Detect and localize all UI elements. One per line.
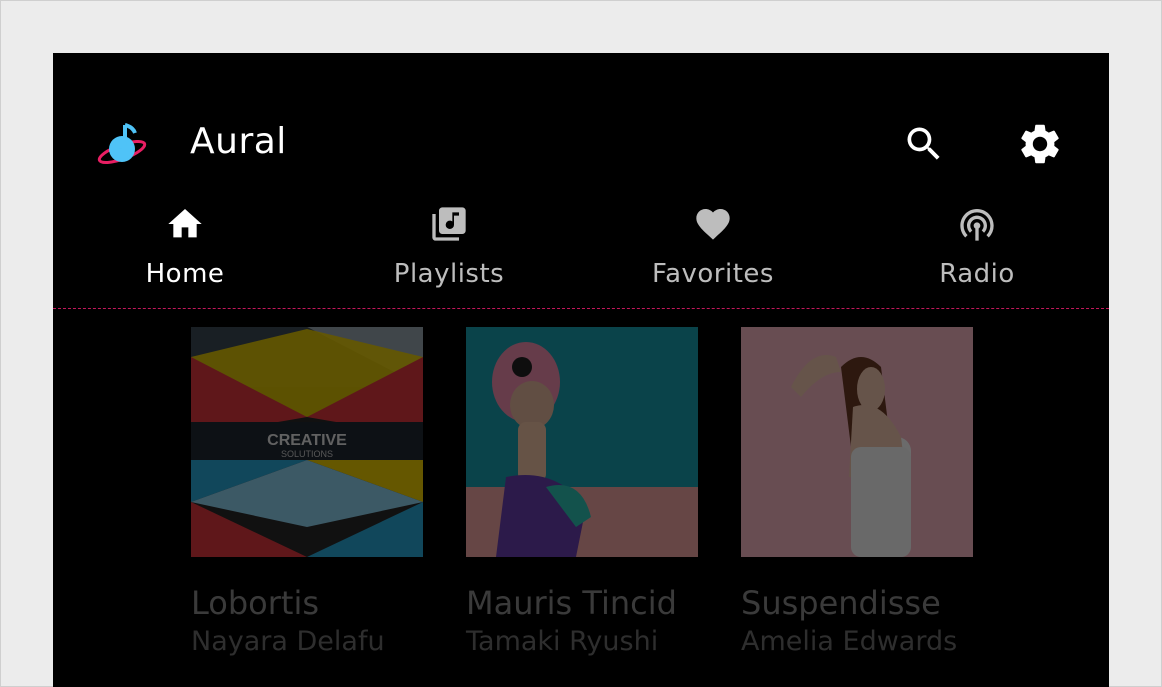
album-artist: Nayara Delafu (191, 626, 385, 657)
app-title: Aural (190, 121, 287, 162)
tab-label: Playlists (393, 259, 505, 289)
album-title: Lobortis (191, 584, 319, 622)
gear-icon (1021, 124, 1059, 164)
tab-label: Radio (939, 259, 1015, 289)
cover-subtext: SOLUTIONS (281, 449, 333, 459)
album-title: Suspendisse (741, 584, 941, 622)
album-cover (466, 327, 698, 557)
tab-bar: Home Playlists Favorites Radio (53, 198, 1109, 308)
album-card[interactable]: CREATIVE SOLUTIONS Lobortis Nayara Delaf… (191, 327, 423, 657)
album-cover: CREATIVE SOLUTIONS (191, 327, 423, 557)
tab-playlists[interactable]: Playlists (317, 198, 581, 308)
album-artist: Amelia Edwards (741, 626, 958, 657)
tab-label: Favorites (652, 259, 774, 289)
tab-favorites[interactable]: Favorites (581, 198, 845, 308)
radio-icon (960, 209, 994, 241)
app-screen: Aural Home Playlists Favorites Radio CRE… (53, 53, 1109, 687)
home-icon (168, 209, 202, 238)
album-title: Mauris Tincid (466, 584, 677, 622)
settings-button[interactable] (1015, 119, 1065, 169)
search-icon (907, 127, 940, 160)
library-music-icon (432, 207, 466, 241)
search-button[interactable] (899, 119, 949, 169)
app-logo-icon (97, 123, 147, 165)
heart-icon (696, 209, 730, 240)
tab-home[interactable]: Home (53, 198, 317, 308)
cover-text: CREATIVE (267, 432, 347, 449)
tab-radio[interactable]: Radio (845, 198, 1109, 308)
album-cover (741, 327, 973, 557)
album-artist: Tamaki Ryushi (466, 626, 659, 657)
tab-label: Home (145, 259, 225, 289)
album-card[interactable]: Mauris Tincid Tamaki Ryushi (466, 327, 698, 657)
album-card[interactable]: Suspendisse Amelia Edwards (741, 327, 973, 657)
tab-divider (53, 308, 1109, 309)
